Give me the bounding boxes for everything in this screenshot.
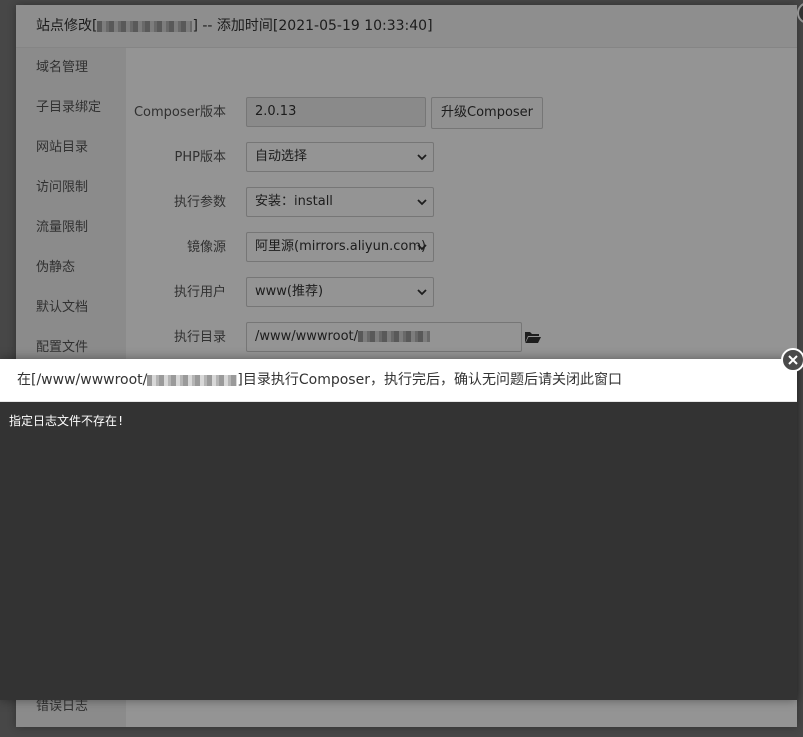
composer-dialog-close-button[interactable]	[781, 348, 803, 372]
composer-title-prefix: 在[/www/wwwroot/	[17, 372, 148, 388]
composer-exec-dialog: 在[/www/wwwroot/ ]目录执行Composer，执行完后，确认无问题后…	[0, 359, 797, 700]
composer-log-output: 指定日志文件不存在!	[0, 402, 797, 700]
log-line: 指定日志文件不存在!	[9, 414, 125, 428]
close-icon	[788, 355, 798, 365]
redacted-path	[147, 374, 238, 386]
composer-dialog-title: 在[/www/wwwroot/ ]目录执行Composer，执行完后，确认无问题后…	[0, 359, 797, 402]
composer-title-suffix: ]目录执行Composer，执行完后，确认无问题后请关闭此窗口	[237, 372, 622, 388]
